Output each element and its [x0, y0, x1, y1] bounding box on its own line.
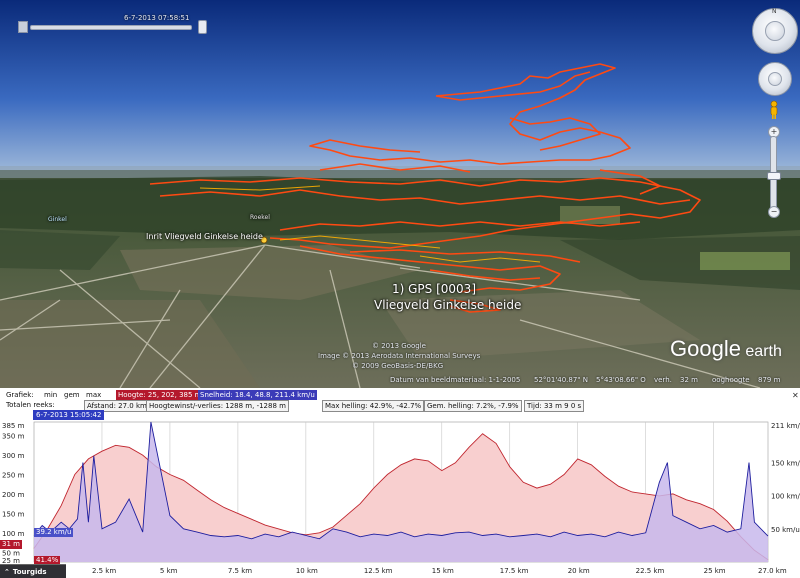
left-axis-tick: 250 m [2, 472, 25, 480]
gps-track-title[interactable]: 1) GPS [0003] [392, 282, 476, 296]
north-icon: N [772, 8, 777, 15]
left-axis-tick: 350 m [2, 433, 25, 441]
x-axis-tick: 2.5 km [91, 567, 117, 575]
look-compass-control[interactable]: N [752, 8, 798, 54]
x-axis-tick: 20 km [567, 567, 590, 575]
elevation-cursor-readout: 31 m [0, 540, 22, 549]
left-axis-tick: 150 m [2, 510, 25, 518]
avg-label: gem [64, 391, 80, 399]
imagery-date: Datum van beeldmateriaal: 1-1-2005 [390, 376, 521, 384]
placemark-label[interactable]: Inrit Vliegveld Ginkelse heide [146, 232, 263, 241]
street-view-pegman-icon[interactable] [768, 100, 780, 120]
status-bar: Datum van beeldmateriaal: 1-1-2005 52°01… [0, 372, 800, 388]
x-axis-tick: 25 km [703, 567, 726, 575]
gps-track-subtitle[interactable]: Vliegveld Ginkelse heide [374, 298, 521, 312]
left-axis-tick: 300 m [2, 452, 25, 460]
x-axis-tick: 27.0 km [758, 567, 787, 575]
tours-tab[interactable]: ⌃ Tourgids [0, 564, 66, 578]
cursor-date-tag: 6-7-2013 15:05:42 [33, 410, 105, 420]
x-axis-tick: 5 km [159, 567, 178, 575]
speed-cursor-readout: 39.2 km/u [34, 528, 74, 537]
x-axis-tick: 15 km [431, 567, 454, 575]
right-axis-tick: 100 km/u [771, 493, 800, 501]
elevation-chart-svg[interactable]: 385 m350 m300 m250 m200 m150 m100 m50 m2… [0, 420, 800, 566]
earth-3d-view[interactable]: 6-7-2013 07:58:51 N + − Inrit Vliegveld … [0, 0, 800, 388]
right-axis-tick: 211 km/u [771, 422, 800, 430]
latitude-readout: 52°01'40.87" N [534, 376, 588, 384]
height-series-toggle[interactable]: Hoogte: 25, 202, 385 m [116, 390, 204, 400]
eye-altitude-readout: 879 m [758, 376, 781, 384]
close-profile-button[interactable]: ✕ [792, 391, 799, 400]
speed-series-toggle[interactable]: Snelheid: 18.4, 48.8, 211.4 km/u [198, 390, 317, 400]
expand-up-icon: ⌃ [4, 568, 10, 576]
avg-slope-total: Gem. helling: 7.2%, -7.9% [424, 400, 522, 412]
totals-label: Totalen reeks: [6, 401, 55, 409]
eye-altitude-label: ooghoogte [712, 376, 750, 384]
time-slider-thumb[interactable] [198, 20, 207, 34]
elevation-readout: 32 m [680, 376, 698, 384]
zoom-out-button[interactable]: − [768, 206, 780, 218]
terrain-scene [0, 0, 800, 388]
elevation-gain-total: Hoogtewinst/-verlies: 1288 m, -1288 m [146, 400, 289, 412]
x-axis-tick: 7.5 km [227, 567, 253, 575]
x-axis-tick: 17.5 km [499, 567, 529, 575]
time-total: Tijd: 33 m 9 0 s [524, 400, 585, 412]
max-label: max [86, 391, 102, 399]
zoom-slider-thumb[interactable] [767, 172, 781, 180]
copyright-line-2: Image © 2013 Aerodata International Surv… [318, 352, 481, 360]
longitude-readout: 5°43'08.66" O [596, 376, 646, 384]
copyright-line-1: © 2013 Google [372, 342, 426, 350]
tours-tab-label: Tourgids [12, 568, 47, 576]
x-axis-tick: 12.5 km [363, 567, 393, 575]
move-joystick-icon[interactable] [768, 72, 782, 86]
x-axis-tick: 10 km [295, 567, 318, 575]
left-axis-tick: 385 m [2, 422, 25, 430]
left-axis-tick: 200 m [2, 491, 25, 499]
copyright-line-3: © 2009 GeoBasis-DE/BKG [352, 362, 444, 370]
max-slope-total: Max helling: 42.9%, -42.7% [322, 400, 425, 412]
map-label-small-2: Ginkel [48, 216, 67, 223]
elevation-label: verh. [654, 376, 672, 384]
right-axis-tick: 50 km/u [771, 526, 800, 534]
google-earth-logo: Google earth [670, 336, 782, 361]
left-axis-tick: 100 m [2, 530, 25, 538]
time-slider-track[interactable] [30, 25, 192, 30]
map-label-small: Roekel [250, 214, 270, 221]
min-label: min [44, 391, 58, 399]
look-joystick-icon[interactable] [765, 21, 785, 41]
move-control[interactable] [758, 62, 792, 96]
elevation-chart[interactable]: 385 m 350 m 300 m 250 m 200 m 150 m 100 m 50 m2… [0, 420, 800, 566]
time-settings-icon[interactable] [18, 21, 28, 33]
graph-label: Grafiek: [6, 391, 34, 399]
right-axis-tick: 150 km/u [771, 459, 800, 467]
time-slider-label: 6-7-2013 07:58:51 [124, 14, 190, 22]
elevation-profile-panel: Grafiek: min gem max Hoogte: 25, 202, 38… [0, 388, 800, 578]
x-axis-tick: 22.5 km [635, 567, 665, 575]
google-earth-window: 6-7-2013 07:58:51 N + − Inrit Vliegveld … [0, 0, 800, 578]
